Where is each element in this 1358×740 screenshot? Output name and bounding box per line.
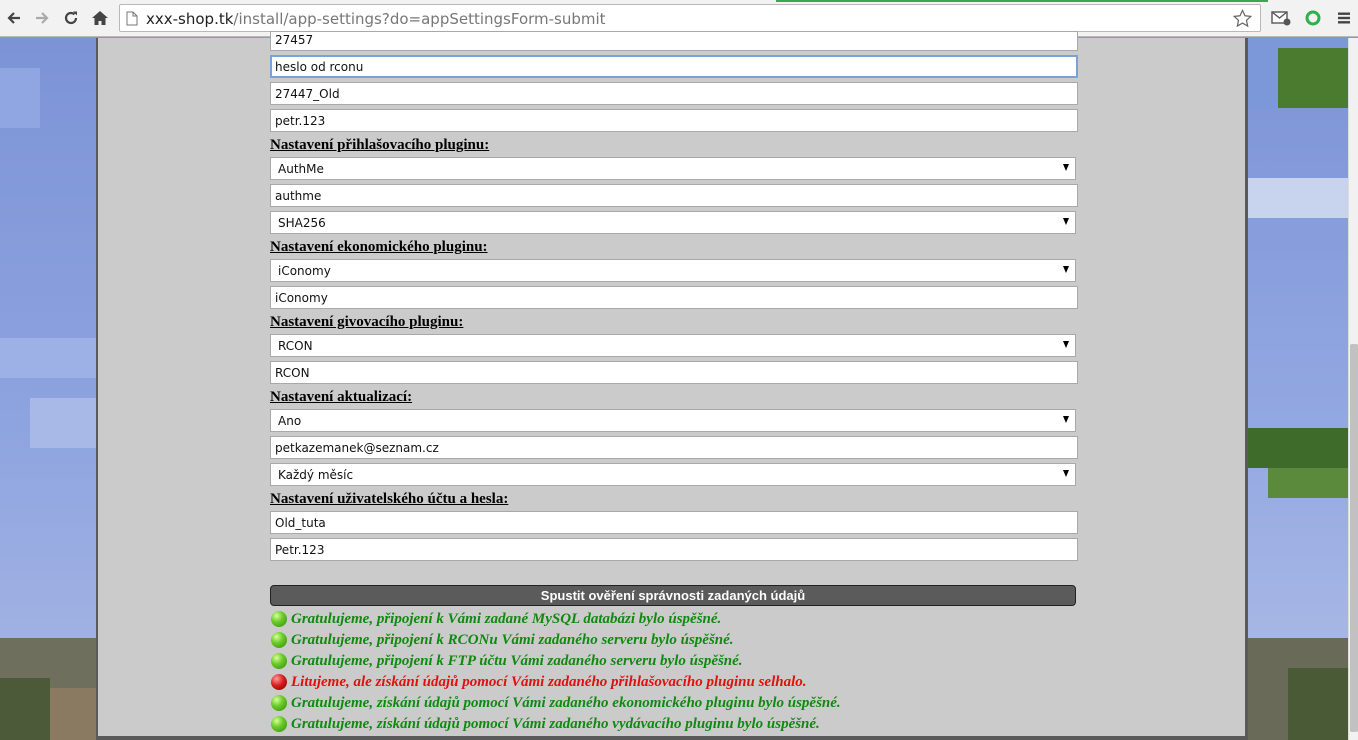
login-table-input[interactable]: authme [270, 184, 1078, 207]
message-text: Gratulujeme, získání údajů pomocí Vámi z… [291, 715, 820, 732]
chevron-down-icon [1063, 470, 1069, 477]
loading-bar [776, 0, 1268, 2]
chevron-down-icon [1063, 218, 1069, 225]
error-dot-icon [271, 674, 287, 690]
update-email-input[interactable]: petkazemanek@seznam.cz [270, 436, 1078, 459]
menu-icon [1338, 12, 1350, 24]
scrollbar-thumb[interactable] [1350, 344, 1358, 732]
url-path: /install/app-settings?do=appSettingsForm… [233, 10, 606, 28]
message-text: Gratulujeme, získání údajů pomocí Vámi z… [291, 694, 841, 711]
rcon-port-input[interactable]: 27457 [270, 31, 1078, 51]
vertical-scrollbar[interactable] [1348, 38, 1358, 740]
ftp-user-input[interactable]: 27447_Old [270, 82, 1078, 105]
account-user-input[interactable]: Old_tuta [270, 511, 1078, 534]
browser-menu-button[interactable] [1333, 8, 1355, 28]
green-circle-extension-icon [1305, 10, 1321, 26]
mysql-status-message: Gratulujeme, připojení k Vámi zadané MyS… [271, 609, 721, 629]
forward-button[interactable] [29, 5, 55, 31]
update-enabled-value: Ano [278, 414, 302, 428]
reload-button[interactable] [58, 5, 84, 31]
update-enabled-select[interactable]: Ano [270, 409, 1076, 432]
economy-plugin-select[interactable]: iConomy [270, 259, 1076, 282]
give-plugin-status-message: Gratulujeme, získání údajů pomocí Vámi z… [271, 714, 820, 734]
update-heading: Nastavení aktualizací: [270, 389, 413, 405]
background-scenery-left [0, 38, 96, 740]
verify-settings-button[interactable]: Spustit ověření správnosti zadaných údaj… [270, 585, 1076, 606]
mail-extension-icon [1271, 11, 1291, 26]
home-button[interactable] [87, 5, 113, 31]
green-extension-button[interactable] [1302, 8, 1324, 28]
url-host: xxx-shop.tk [146, 10, 234, 28]
login-plugin-heading: Nastavení přihlašovacího pluginu: [270, 137, 490, 153]
ftp-password-input[interactable]: petr.123 [270, 109, 1078, 132]
message-text: Gratulujeme, připojení k RCONu Vámi zada… [291, 631, 734, 648]
url-text: xxx-shop.tk/install/app-settings?do=appS… [146, 10, 606, 28]
forward-arrow-icon [36, 12, 49, 24]
login-plugin-value: AuthMe [278, 162, 324, 176]
back-arrow-icon [7, 12, 20, 24]
mail-extension-button[interactable] [1270, 8, 1292, 28]
account-password-input[interactable]: Petr.123 [270, 538, 1078, 561]
success-dot-icon [271, 716, 287, 732]
login-hash-value: SHA256 [278, 216, 326, 230]
economy-plugin-value: iConomy [278, 264, 331, 278]
rcon-password-input[interactable]: heslo od rconu [270, 55, 1078, 78]
update-interval-value: Každý měsíc [278, 468, 354, 482]
give-plugin-value: RCON [278, 339, 313, 353]
panel-bottom-border [96, 736, 1248, 740]
chevron-down-icon [1063, 164, 1069, 171]
message-text: Gratulujeme, připojení k Vámi zadané MyS… [291, 610, 722, 627]
economy-plugin-status-message: Gratulujeme, získání údajů pomocí Vámi z… [271, 693, 841, 713]
message-text: Litujeme, ale získání údajů pomocí Vámi … [291, 673, 807, 690]
chevron-down-icon [1063, 266, 1069, 273]
login-plugin-select[interactable]: AuthMe [270, 157, 1076, 180]
rcon-status-message: Gratulujeme, připojení k RCONu Vámi zada… [271, 630, 734, 650]
home-icon [92, 11, 108, 25]
account-heading: Nastavení uživatelského účtu a hesla: [270, 491, 509, 507]
background-scenery-right [1248, 38, 1348, 740]
address-bar[interactable]: xxx-shop.tk/install/app-settings?do=appS… [119, 4, 1261, 32]
reload-icon [64, 11, 78, 25]
page-icon [126, 11, 138, 26]
give-value-input[interactable]: RCON [270, 361, 1078, 384]
update-interval-select[interactable]: Každý měsíc [270, 463, 1076, 486]
login-plugin-status-message: Litujeme, ale získání údajů pomocí Vámi … [271, 672, 807, 692]
ftp-status-message: Gratulujeme, připojení k FTP účtu Vámi z… [271, 651, 743, 671]
login-hash-select[interactable]: SHA256 [270, 211, 1076, 234]
bookmark-star-icon[interactable] [1233, 9, 1252, 28]
message-text: Gratulujeme, připojení k FTP účtu Vámi z… [291, 652, 743, 669]
economy-table-input[interactable]: iConomy [270, 286, 1078, 309]
success-dot-icon [271, 695, 287, 711]
chevron-down-icon [1063, 341, 1069, 348]
economy-plugin-heading: Nastavení ekonomického pluginu: [270, 239, 488, 255]
success-dot-icon [271, 653, 287, 669]
give-plugin-heading: Nastavení givovacího pluginu: [270, 314, 464, 330]
give-plugin-select[interactable]: RCON [270, 334, 1076, 357]
chevron-down-icon [1063, 416, 1069, 423]
back-button[interactable] [1, 5, 27, 31]
success-dot-icon [271, 632, 287, 648]
success-dot-icon [271, 611, 287, 627]
